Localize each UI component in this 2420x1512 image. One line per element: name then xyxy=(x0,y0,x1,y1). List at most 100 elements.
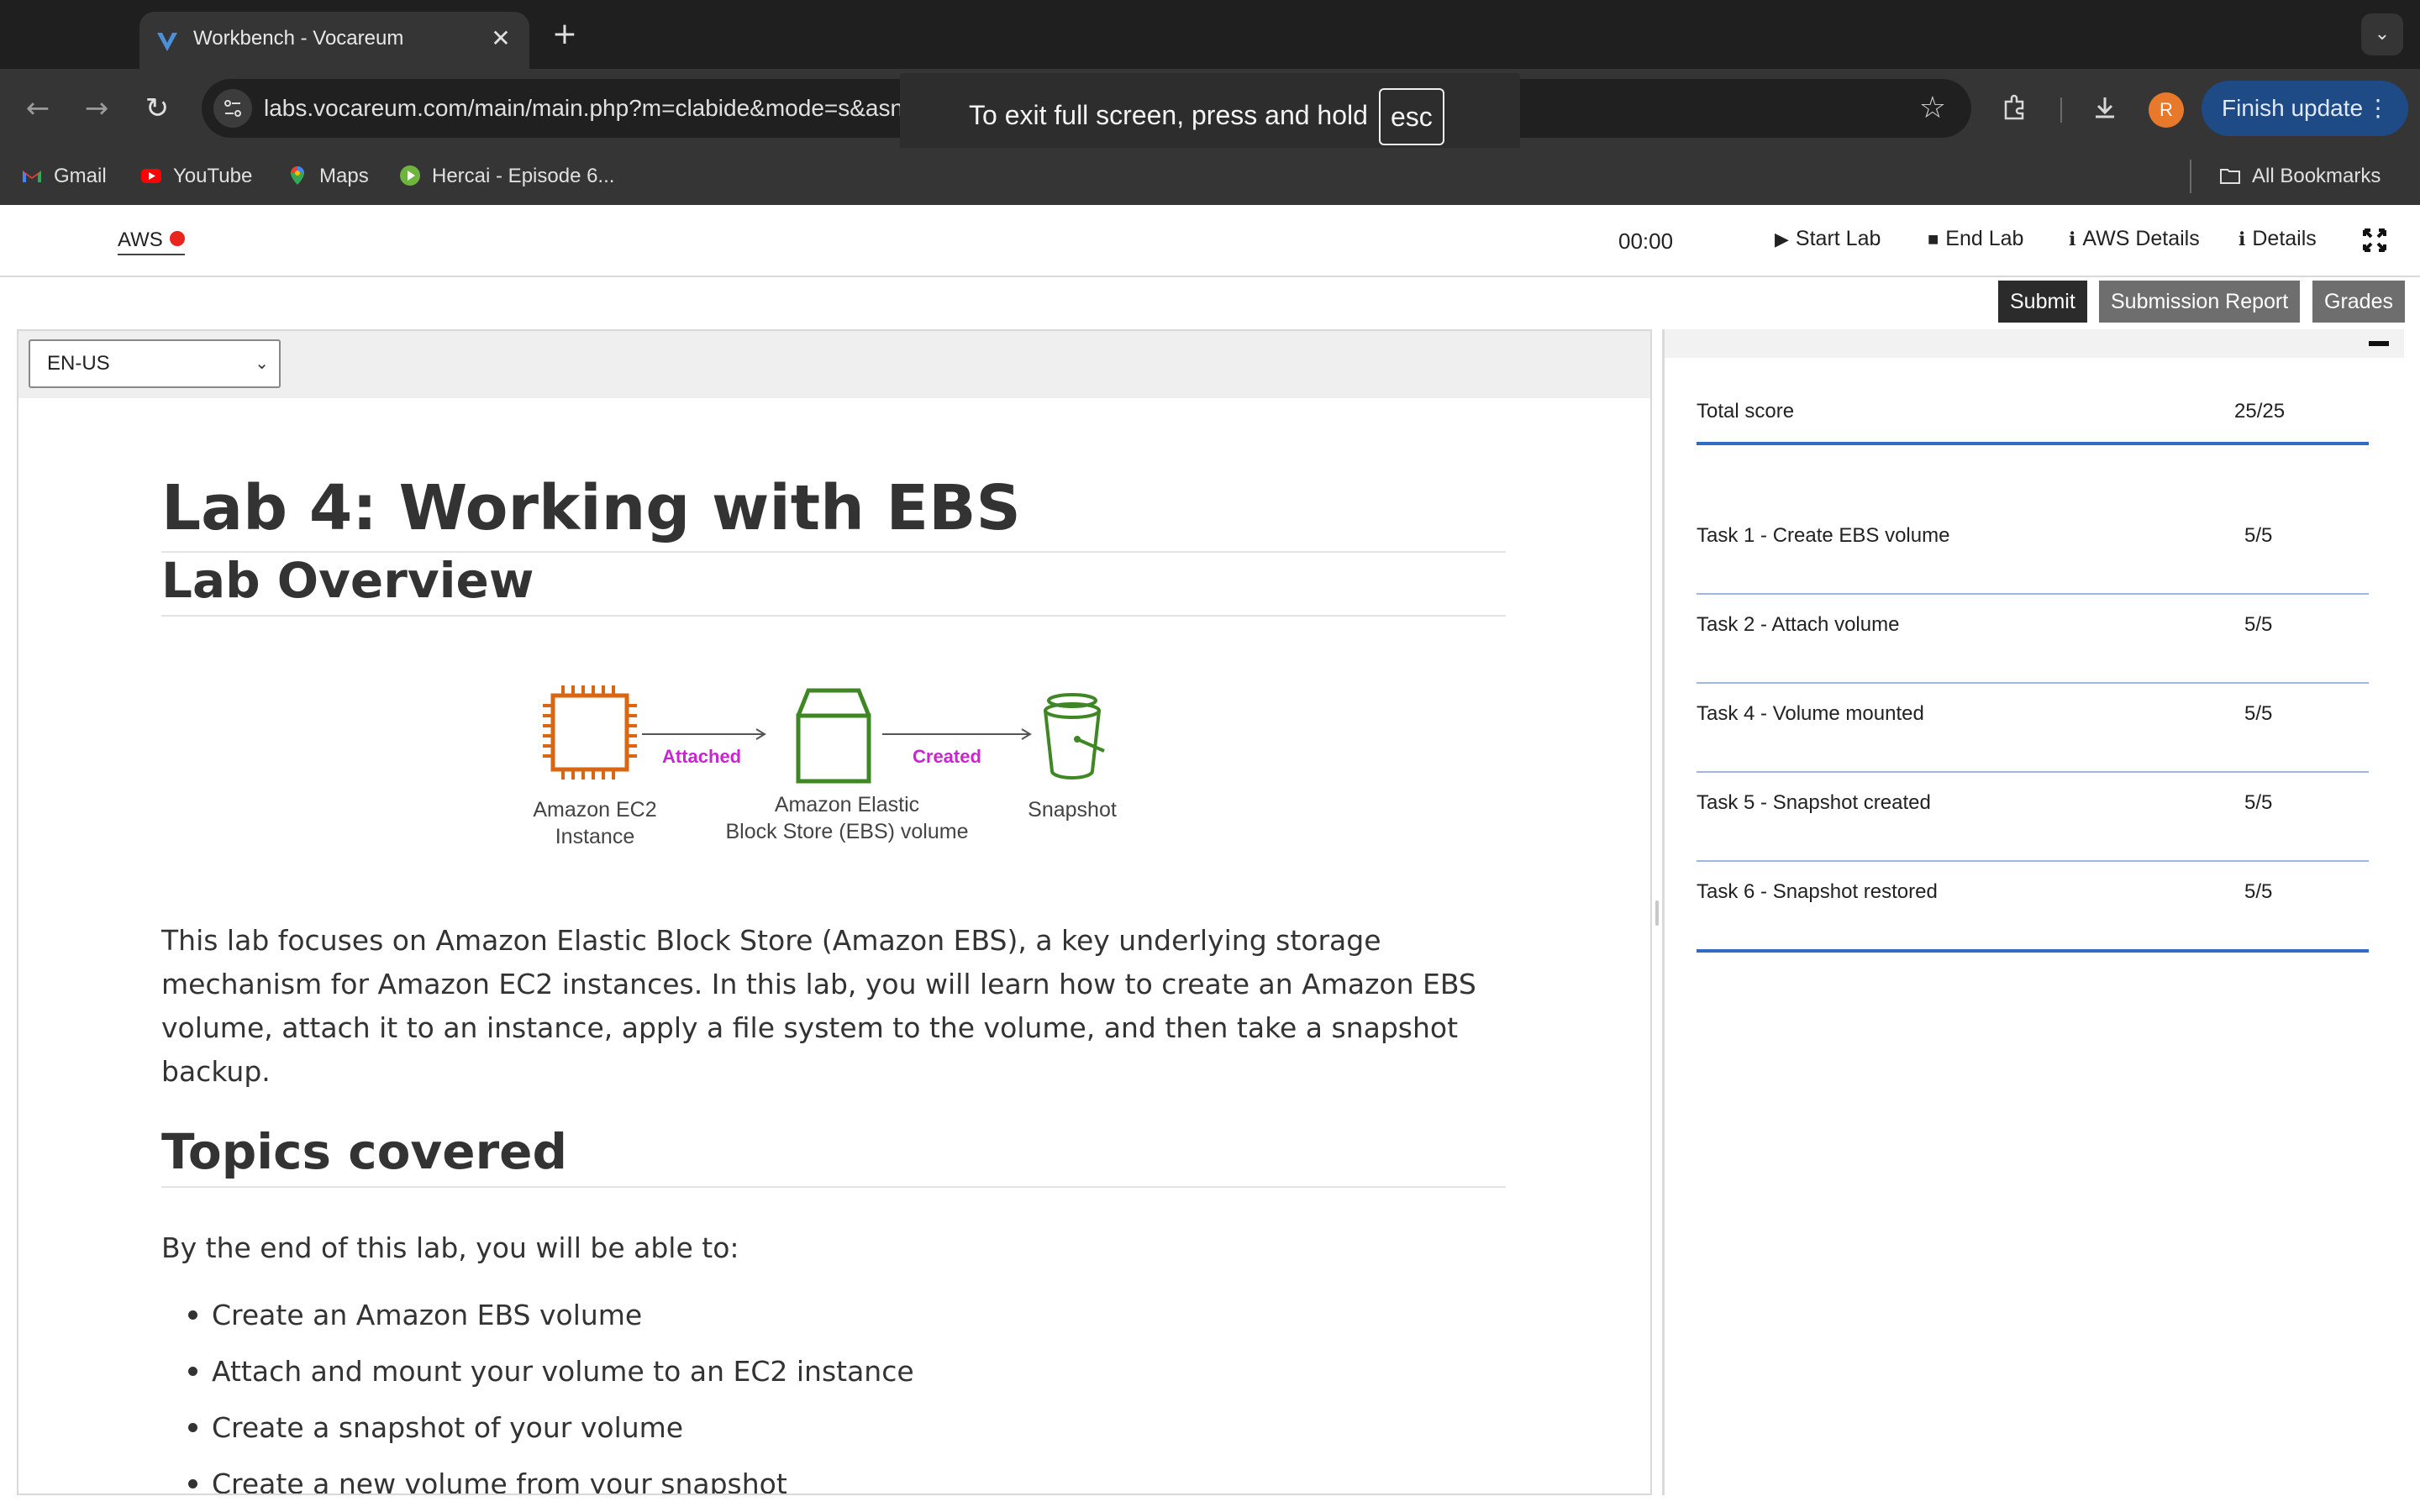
task-label: Task 6 - Snapshot restored xyxy=(1697,880,1938,903)
all-bookmarks[interactable]: All Bookmarks xyxy=(2218,161,2381,192)
aws-label: AWS xyxy=(118,228,163,251)
play-triangle-icon: ▶ xyxy=(1775,228,1789,249)
task-label: Task 2 - Attach volume xyxy=(1697,613,1900,636)
bookmark-star-icon[interactable]: ☆ xyxy=(1919,91,1946,126)
splitter-grip-handle[interactable] xyxy=(1655,900,1659,926)
bookmark-label: YouTube xyxy=(173,165,253,187)
bookmark-label: Maps xyxy=(319,165,369,187)
minimize-icon[interactable] xyxy=(2369,341,2389,346)
finish-update-label: Finish update xyxy=(2222,95,2364,121)
list-item: Create an Amazon EBS volume xyxy=(188,1287,1472,1343)
bookmark-youtube[interactable]: YouTube xyxy=(139,161,252,192)
fullscreen-expand-icon[interactable] xyxy=(2360,225,2390,255)
task-score-row: Task 4 - Volume mounted 5/5 xyxy=(1697,702,2369,726)
topics-heading: Topics covered xyxy=(161,1121,1506,1188)
ebs-volume-icon xyxy=(796,688,871,784)
info-icon: ℹ xyxy=(2069,228,2076,249)
ebs-label-line2: Block Store (EBS) volume xyxy=(726,820,969,843)
ebs-label-line1: Amazon Elastic xyxy=(775,793,919,816)
all-bookmarks-label: All Bookmarks xyxy=(2252,165,2381,187)
submit-button[interactable]: Submit xyxy=(1998,281,2087,323)
details-button[interactable]: ℹ Details xyxy=(2238,227,2317,251)
total-score-divider xyxy=(1697,442,2369,445)
created-arrow xyxy=(882,728,1032,740)
task-score-row: Task 6 - Snapshot restored 5/5 xyxy=(1697,880,2369,904)
pane-splitter[interactable] xyxy=(1652,329,1664,1495)
aws-status-dot xyxy=(169,231,185,246)
back-arrow-icon[interactable]: ← xyxy=(17,87,59,129)
score-panel: Total score 25/25 Task 1 - Create EBS vo… xyxy=(1664,329,2404,1495)
tab-title: Workbench - Vocareum xyxy=(193,27,404,50)
lab-header: AWS 00:00 ▶ Start Lab ■ End Lab ℹ AWS Detai… xyxy=(0,205,2420,277)
task-score-row: Task 1 - Create EBS volume 5/5 xyxy=(1697,524,2369,548)
finish-update-button[interactable]: Finish update ⋮ xyxy=(2202,81,2408,136)
language-select[interactable]: EN-US ⌄ xyxy=(29,339,281,388)
snapshot-bucket-icon xyxy=(1044,693,1105,780)
browser-tab-bar: Workbench - Vocareum ✕ + ⌄ xyxy=(0,0,2420,69)
new-tab-button[interactable]: + xyxy=(544,15,585,55)
fullscreen-notice-text: To exit full screen, press and hold xyxy=(969,100,1368,130)
row-divider xyxy=(1697,682,2369,684)
site-info-icon[interactable] xyxy=(213,89,252,128)
bookmark-gmail[interactable]: Gmail xyxy=(20,161,107,192)
row-divider xyxy=(1697,771,2369,773)
ebs-architecture-diagram: Attached Created Amazon EC2 Instance Ama… xyxy=(533,685,1117,848)
language-bar: EN-US ⌄ xyxy=(18,331,1650,398)
bookmark-maps[interactable]: Maps xyxy=(286,161,369,192)
more-menu-icon[interactable]: ⋮ xyxy=(2366,81,2390,136)
tab-close-icon[interactable]: ✕ xyxy=(484,22,518,55)
grades-button[interactable]: Grades xyxy=(2312,281,2405,323)
topics-intro: By the end of this lab, you will be able… xyxy=(161,1231,739,1264)
end-lab-button[interactable]: ■ End Lab xyxy=(1928,227,2023,251)
list-item: Create a snapshot of your volume xyxy=(188,1399,1472,1456)
maps-icon xyxy=(291,166,304,185)
chevron-down-icon: ⌄ xyxy=(255,354,269,373)
toolbar-divider xyxy=(2060,97,2062,123)
snapshot-label: Snapshot xyxy=(1028,798,1117,822)
browser-tab[interactable]: Workbench - Vocareum ✕ xyxy=(139,12,529,69)
task-score-row: Task 2 - Attach volume 5/5 xyxy=(1697,613,2369,637)
ec2-label-line1: Amazon EC2 xyxy=(533,798,656,822)
instructions-pane: EN-US ⌄ Lab 4: Working with EBS Lab Over… xyxy=(17,329,1652,1495)
score-table-bottom-border xyxy=(1697,949,2369,953)
youtube-icon xyxy=(141,169,161,183)
profile-avatar[interactable]: R xyxy=(2149,92,2184,128)
task-score: 5/5 xyxy=(2244,791,2273,814)
overview-paragraph: This lab focuses on Amazon Elastic Block… xyxy=(161,924,1476,1088)
bookmarks-bar: Gmail YouTube Maps Hercai - Episode 6...… xyxy=(0,148,2420,205)
play-icon xyxy=(400,165,420,186)
attached-arrow xyxy=(642,728,766,740)
folder-icon xyxy=(2220,169,2240,184)
score-panel-header xyxy=(1665,329,2404,358)
submission-report-button[interactable]: Submission Report xyxy=(2099,281,2301,323)
task-label: Task 1 - Create EBS volume xyxy=(1697,524,1950,547)
task-label: Task 5 - Snapshot created xyxy=(1697,791,1931,814)
aws-details-button[interactable]: ℹ AWS Details xyxy=(2069,227,2200,251)
lab-timer: 00:00 xyxy=(1618,228,1674,254)
vocareum-favicon-icon xyxy=(157,33,177,51)
task-score: 5/5 xyxy=(2244,880,2273,903)
extensions-puzzle-icon[interactable] xyxy=(1993,87,2035,129)
row-divider xyxy=(1697,593,2369,595)
reload-icon[interactable]: ↻ xyxy=(136,87,178,129)
row-divider xyxy=(1697,860,2369,862)
attached-label: Attached xyxy=(662,746,741,767)
list-item: Create a new volume from your snapshot xyxy=(188,1456,1472,1494)
tab-search-chevron-icon[interactable]: ⌄ xyxy=(2361,13,2403,55)
forward-arrow-icon[interactable]: → xyxy=(76,87,118,129)
bookmark-hercai[interactable]: Hercai - Episode 6... xyxy=(398,161,614,192)
stop-square-icon: ■ xyxy=(1928,228,1939,249)
lab-title: Lab 4: Working with EBS xyxy=(161,472,1506,553)
details-label: Details xyxy=(2252,227,2317,250)
start-lab-button[interactable]: ▶ Start Lab xyxy=(1775,227,1881,251)
list-item: Attach and mount your volume to an EC2 i… xyxy=(188,1343,1472,1399)
aws-console-link[interactable]: AWS xyxy=(118,228,185,255)
aws-details-label: AWS Details xyxy=(2082,227,2200,250)
total-score-value: 25/25 xyxy=(2234,400,2286,423)
task-score: 5/5 xyxy=(2244,702,2273,725)
bookmarks-divider xyxy=(2190,160,2191,193)
download-icon[interactable] xyxy=(2084,87,2126,129)
bookmark-label: Gmail xyxy=(54,165,107,187)
gmail-icon xyxy=(23,171,41,182)
ec2-chip-icon xyxy=(543,685,637,780)
